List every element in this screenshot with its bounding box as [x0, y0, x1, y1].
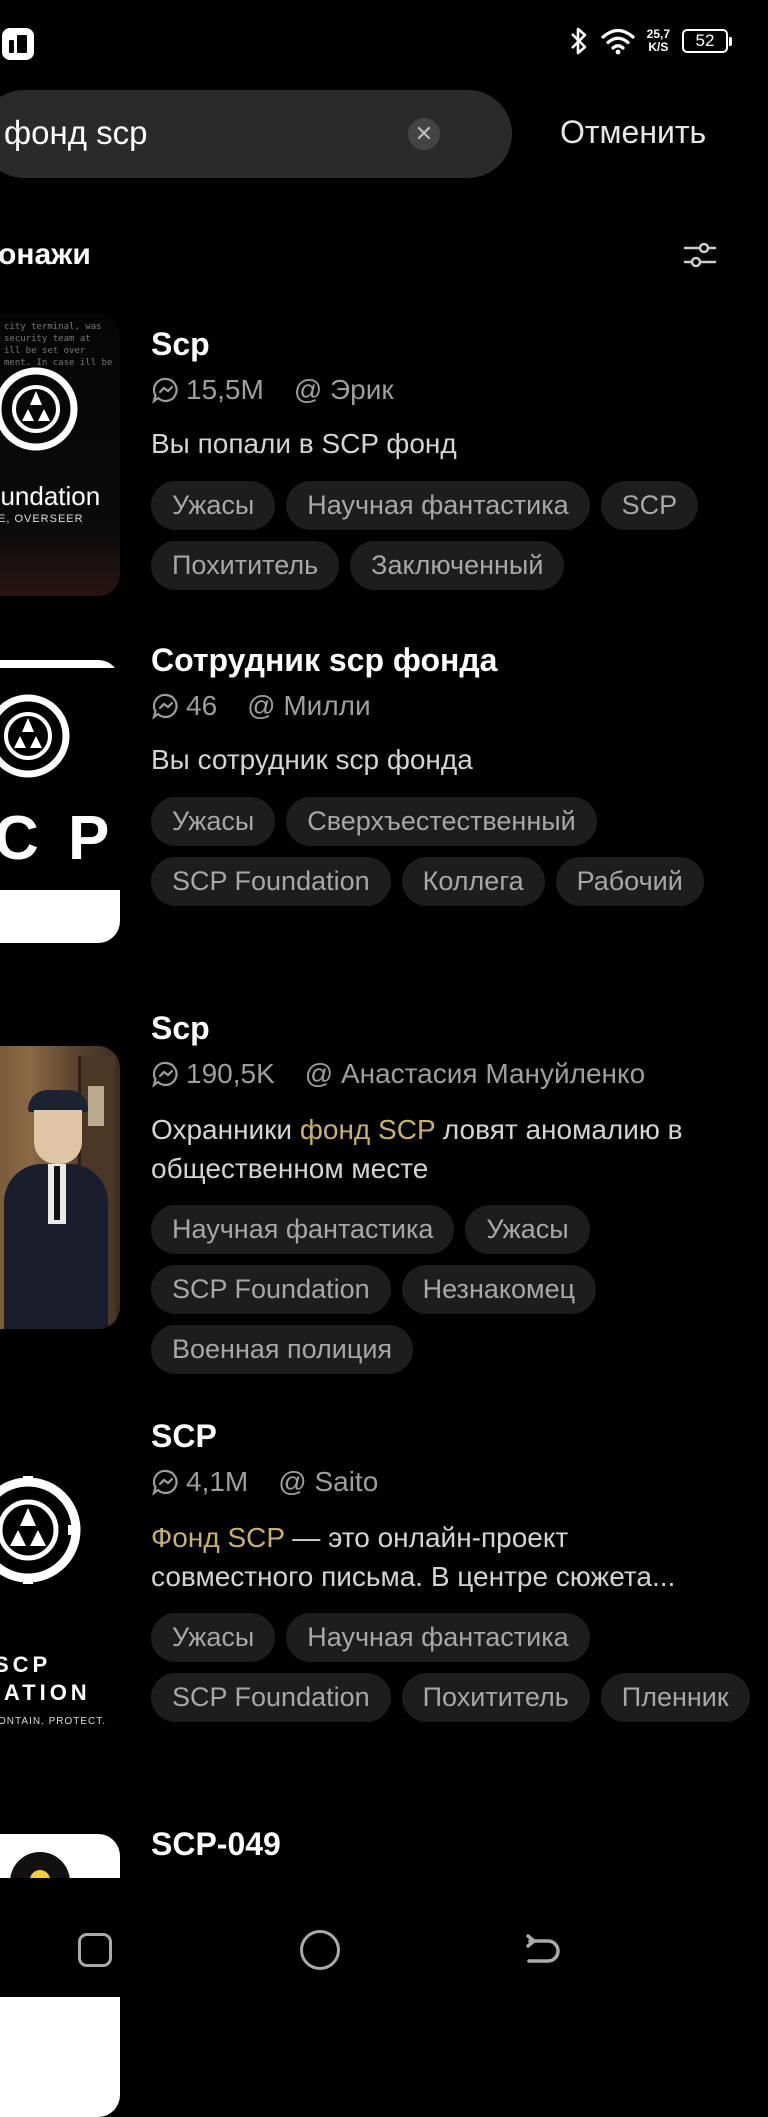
character-meta: 15,5M @ Эрик	[151, 374, 394, 406]
tag[interactable]: Ужасы	[465, 1205, 590, 1254]
tag-list: Ужасы Сверхъестественный SCP Foundation …	[151, 797, 751, 906]
battery-level: 52	[695, 31, 715, 50]
tag-list: Ужасы Научная фантастика SCP Foundation …	[151, 1613, 751, 1722]
search-input[interactable]: фонд scp	[4, 114, 148, 152]
author-name[interactable]: @ Милли	[247, 690, 370, 722]
bluetooth-icon	[570, 27, 586, 55]
description-highlight: фонд SCP	[299, 1114, 436, 1145]
tag[interactable]: SCP	[600, 481, 699, 530]
tag[interactable]: SCP Foundation	[151, 1673, 391, 1722]
clear-search-button[interactable]: ✕	[408, 118, 440, 150]
chat-bubble-icon	[152, 693, 178, 720]
chat-bubble-icon	[152, 1061, 178, 1088]
character-meta: 4,1M @ Saito	[151, 1466, 378, 1498]
author-name[interactable]: @ Эрик	[294, 374, 394, 406]
home-button[interactable]	[300, 1930, 340, 1970]
character-description: Охранники фонд SCP ловят аномалию в обще…	[151, 1110, 731, 1188]
cancel-button[interactable]: Отменить	[560, 114, 706, 151]
back-icon[interactable]	[524, 1930, 562, 1970]
tag[interactable]: Научная фантастика	[151, 1205, 455, 1254]
thumbnail-subcaption: DATION	[0, 1680, 91, 1705]
tag[interactable]: Сверхъестественный	[286, 797, 597, 846]
section-title: онажи	[0, 238, 91, 271]
tag[interactable]: Ужасы	[151, 1613, 276, 1662]
character-name: Scp	[151, 1010, 210, 1046]
author-name[interactable]: @ Анастасия Мануйленко	[305, 1058, 645, 1090]
scp-logo-icon	[0, 367, 78, 451]
description-highlight: Фонд SCP	[151, 1522, 285, 1553]
character-description: Фонд SCP — это онлайн-проект совместного…	[151, 1518, 731, 1596]
description-text: Охранники	[151, 1114, 300, 1145]
filter-settings-icon[interactable]	[682, 237, 718, 273]
character-description: Вы сотрудник scp фонда	[151, 744, 473, 775]
tag[interactable]: Ужасы	[151, 481, 276, 530]
character-name: Scp	[151, 326, 210, 362]
character-name: Сотрудник scp фонда	[151, 642, 498, 678]
character-description: Вы попали в SCP фонд	[151, 428, 457, 459]
chat-bubble-icon	[152, 377, 178, 404]
scp-logo-icon	[0, 694, 70, 778]
network-speed: 25,7 K/S	[647, 28, 670, 54]
thumbnail-caption: oundation	[0, 481, 101, 511]
tag[interactable]: Рабочий	[555, 857, 704, 906]
thumbnail-subcaption: E, OVERSEER	[0, 513, 84, 525]
tag[interactable]: Научная фантастика	[286, 1613, 590, 1662]
app-notification-icon	[2, 28, 34, 60]
chat-count: 15,5M	[186, 374, 264, 405]
thumbnail-caption: SCP	[0, 1652, 52, 1677]
tag-list: Научная фантастика Ужасы SCP Foundation …	[151, 1205, 751, 1374]
character-thumbnail	[0, 1046, 120, 1329]
status-bar: 25,7 K/S 52	[0, 0, 768, 90]
status-indicators: 25,7 K/S 52	[569, 26, 732, 56]
character-meta: 46 @ Милли	[151, 690, 371, 722]
tag[interactable]: Коллега	[401, 857, 545, 906]
character-name: SCP-049	[151, 1826, 281, 1862]
close-icon: ✕	[414, 121, 434, 146]
tag[interactable]: Незнакомец	[401, 1265, 597, 1314]
network-speed-unit: K/S	[648, 40, 669, 54]
tag[interactable]: Пленник	[600, 1673, 750, 1722]
thumbnail-caption: C P	[0, 804, 116, 873]
character-name: SCP	[151, 1418, 217, 1454]
tag[interactable]: SCP Foundation	[151, 1265, 391, 1314]
character-thumbnail: SCP DATION ONTAIN. PROTECT.	[0, 1452, 120, 1735]
tag[interactable]: Военная полиция	[151, 1325, 414, 1374]
tag[interactable]: Похититель	[401, 1673, 590, 1722]
author-name[interactable]: @ Saito	[278, 1466, 378, 1498]
character-meta: 190,5K @ Анастасия Мануйленко	[151, 1058, 645, 1090]
chat-count: 4,1M	[186, 1466, 249, 1497]
character-thumbnail: city terminal, was security team at ill be…	[0, 313, 120, 596]
battery-indicator: 52	[682, 29, 732, 53]
tag-list: Ужасы Научная фантастика SCP Похититель …	[151, 481, 751, 590]
chat-count: 46	[186, 690, 218, 721]
tag[interactable]: Похититель	[151, 541, 340, 590]
tag[interactable]: Научная фантастика	[286, 481, 590, 530]
scp-logo-icon	[0, 1476, 81, 1584]
tag[interactable]: SCP Foundation	[151, 857, 391, 906]
recents-button[interactable]	[78, 1933, 112, 1967]
thumbnail-tagline: ONTAIN. PROTECT.	[0, 1716, 107, 1727]
tag[interactable]: Ужасы	[151, 797, 276, 846]
tag[interactable]: Заключенный	[350, 541, 565, 590]
navigation-bar	[0, 1878, 768, 1997]
chat-bubble-icon	[152, 1469, 178, 1496]
chat-count: 190,5K	[186, 1058, 275, 1089]
wifi-icon	[601, 28, 635, 55]
search-box[interactable]: фонд scp ✕	[0, 90, 512, 178]
character-thumbnail: C P	[0, 660, 120, 943]
